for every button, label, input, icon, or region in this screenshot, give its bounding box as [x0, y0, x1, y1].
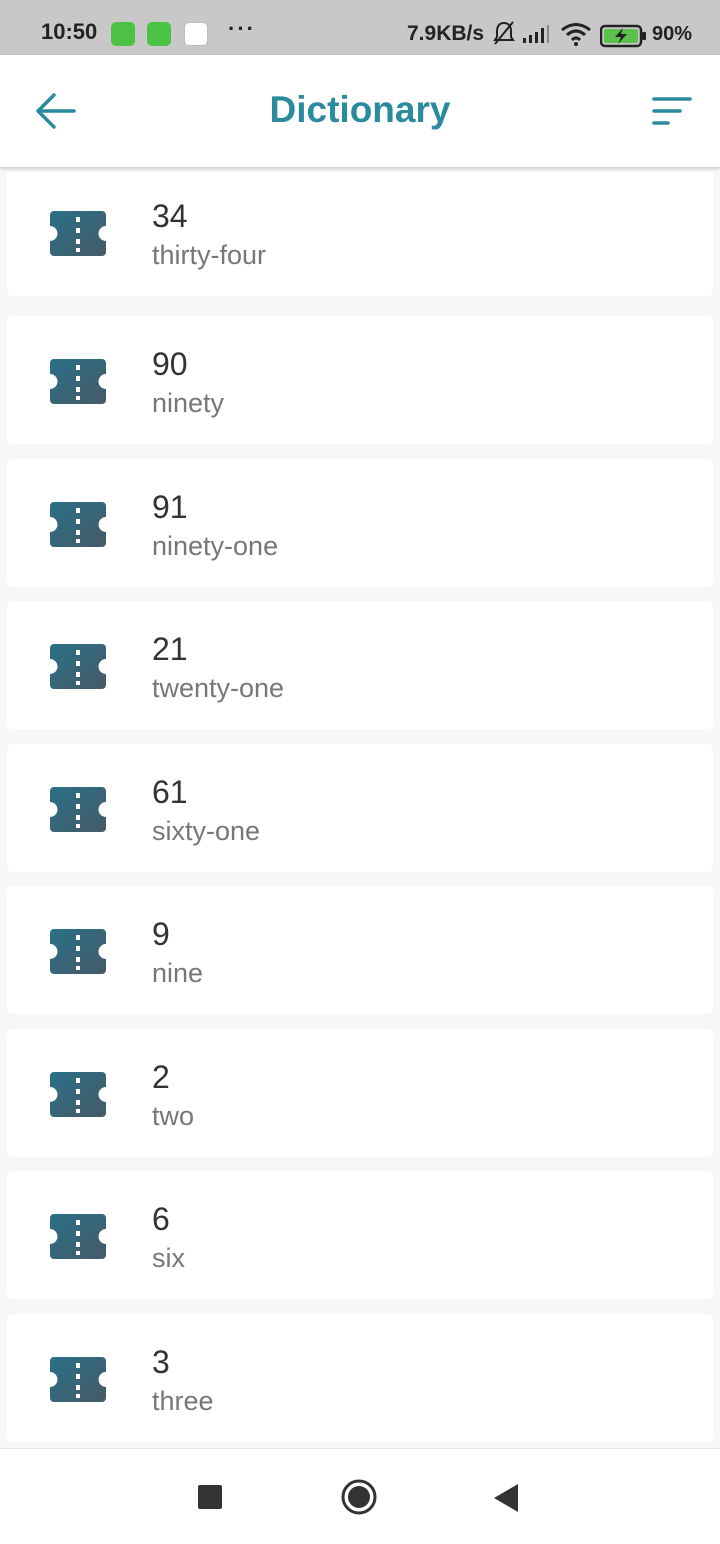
battery-charging-icon — [600, 24, 646, 48]
ticket-icon — [50, 502, 106, 547]
entry-number: 61 — [152, 774, 188, 810]
battery-percent: 90% — [652, 23, 693, 45]
more-notifications-icon: ··· — [228, 16, 256, 41]
calendar-icon — [184, 22, 208, 46]
home-circle-icon[interactable] — [341, 1479, 377, 1515]
list-item[interactable]: 91 ninety-one — [7, 459, 713, 587]
list-item[interactable]: 61 sixty-one — [7, 744, 713, 872]
ticket-icon — [50, 211, 106, 256]
entry-word: two — [152, 1101, 195, 1131]
android-app-icon — [111, 22, 135, 46]
entry-word: ninety — [152, 388, 225, 418]
status-bar: 10:50 ··· 7.9KB/s 90% — [0, 0, 720, 55]
ticket-icon — [50, 787, 106, 832]
entry-word: sixty-one — [152, 816, 261, 846]
list-item[interactable]: 21 twenty-one — [7, 601, 713, 729]
recents-square-icon[interactable] — [198, 1485, 222, 1509]
list-item[interactable]: 90 ninety — [7, 316, 713, 444]
android-app-icon — [147, 22, 171, 46]
ticket-icon — [50, 1072, 106, 1117]
list-item[interactable]: 6 six — [7, 1171, 713, 1299]
system-nav-bar — [0, 1448, 720, 1544]
entry-number: 9 — [152, 916, 170, 952]
entry-number: 90 — [152, 346, 188, 382]
entry-number: 3 — [152, 1344, 170, 1380]
entry-word: thirty-four — [152, 240, 267, 270]
back-triangle-icon[interactable] — [494, 1484, 518, 1512]
entry-word: nine — [152, 958, 204, 988]
entry-word: twenty-one — [152, 673, 285, 703]
list-item[interactable]: 9 nine — [7, 886, 713, 1014]
dictionary-list[interactable]: 34 thirty-four 90 ninety 91 ninety-one 2… — [7, 172, 713, 1444]
ticket-icon — [50, 644, 106, 689]
entry-word: three — [152, 1386, 214, 1416]
entry-number: 91 — [152, 489, 188, 525]
ticket-icon — [50, 1357, 106, 1402]
list-item[interactable]: 3 three — [7, 1314, 713, 1442]
entry-word: six — [152, 1243, 185, 1273]
signal-icon — [523, 25, 549, 43]
entry-number: 21 — [152, 631, 188, 667]
status-time: 10:50 — [41, 19, 98, 44]
app-bar: Dictionary — [0, 55, 720, 167]
ticket-icon — [50, 929, 106, 974]
ticket-icon — [50, 1214, 106, 1259]
entry-number: 2 — [152, 1059, 170, 1095]
sort-icon[interactable] — [650, 95, 694, 127]
wifi-icon — [561, 23, 591, 46]
ticket-icon — [50, 359, 106, 404]
page-title: Dictionary — [269, 89, 451, 130]
entry-word: ninety-one — [152, 531, 279, 561]
network-speed: 7.9KB/s — [407, 22, 485, 45]
entry-number: 34 — [152, 198, 188, 234]
list-item[interactable]: 34 thirty-four — [7, 172, 713, 296]
entry-number: 6 — [152, 1201, 170, 1237]
list-item[interactable]: 2 two — [7, 1029, 713, 1157]
bell-muted-icon — [493, 21, 515, 45]
